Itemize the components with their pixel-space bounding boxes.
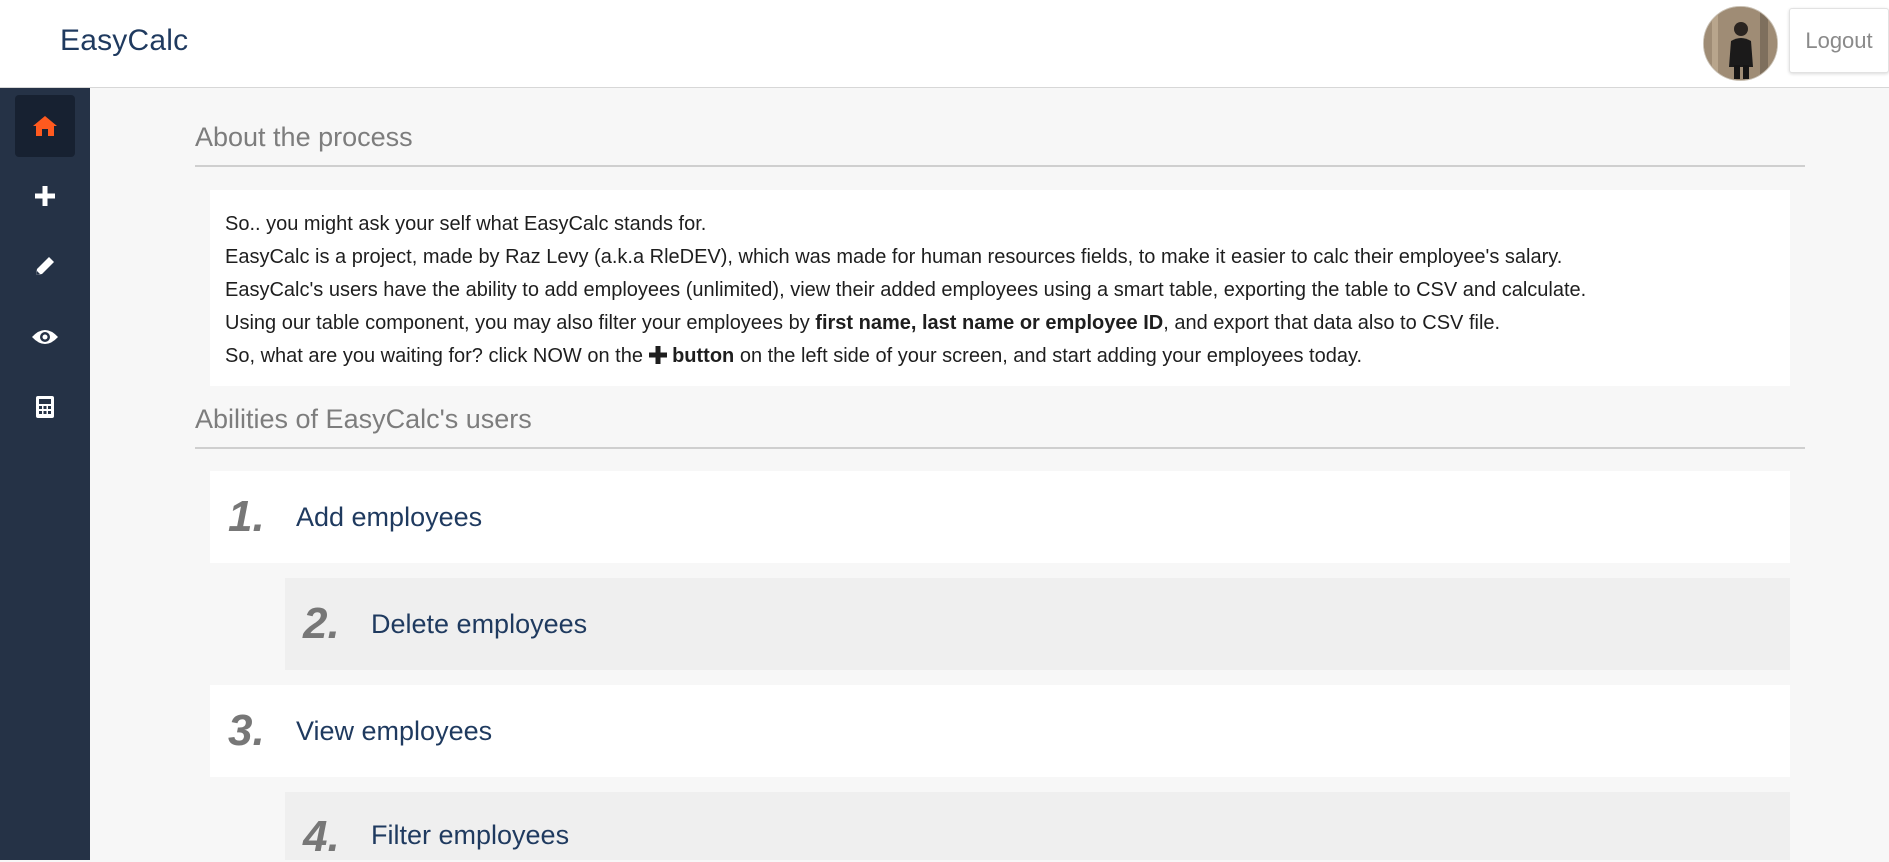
plus-icon: [35, 186, 55, 206]
filter-fields-text: first name, last name or employee ID: [815, 312, 1164, 334]
ability-label: Delete employees: [371, 608, 588, 639]
about-line-4: Using our table component, you may also …: [225, 307, 1775, 340]
about-line-5-end: on the left side of your screen, and sta…: [734, 345, 1363, 367]
ability-item-add: 1. Add employees: [210, 471, 1790, 563]
about-description-box: So.. you might ask your self what EasyCa…: [210, 190, 1790, 386]
home-icon: [33, 116, 57, 136]
about-line-5: So, what are you waiting for? click NOW …: [225, 340, 1775, 373]
calculator-icon: [36, 396, 54, 418]
about-line-3: EasyCalc's users have the ability to add…: [225, 279, 1587, 301]
about-line-1: So.. you might ask your self what EasyCa…: [225, 213, 707, 235]
ability-item-filter: 4. Filter employees: [285, 792, 1790, 861]
about-section-title: About the process: [195, 122, 1805, 167]
ability-number: 2.: [303, 599, 340, 648]
sidebar-item-edit[interactable]: [15, 235, 75, 297]
ability-label: Filter employees: [371, 820, 570, 850]
ability-item-view: 3. View employees: [210, 685, 1790, 777]
ability-number: 3.: [228, 706, 265, 755]
ability-number: 4.: [303, 812, 340, 861]
sidebar-item-view[interactable]: [15, 306, 75, 368]
logout-button[interactable]: Logout: [1789, 8, 1889, 73]
ability-item-delete: 2. Delete employees: [285, 578, 1790, 670]
brand-logo-text[interactable]: EasyCalc: [60, 24, 188, 58]
main-content: About the process So.. you might ask you…: [90, 88, 1889, 861]
sidebar-item-add[interactable]: [15, 165, 75, 227]
sidebar-nav: [0, 88, 90, 860]
pencil-icon: [36, 257, 54, 275]
ability-number: 1.: [228, 492, 265, 541]
avatar-photo: [1704, 7, 1777, 80]
about-line-2: EasyCalc is a project, made by Raz Levy …: [225, 246, 1563, 268]
plus-icon: [648, 346, 667, 364]
ability-label: View employees: [296, 715, 493, 746]
user-avatar[interactable]: [1703, 6, 1778, 81]
top-header: EasyCalc Logout: [0, 0, 1889, 88]
about-line-4-start: Using our table component, you may also …: [225, 312, 816, 334]
add-button-text: button: [672, 345, 735, 367]
eye-icon: [32, 330, 58, 344]
ability-label: Add employees: [296, 501, 483, 532]
about-line-5-start: So, what are you waiting for? click NOW …: [225, 345, 649, 367]
sidebar-item-calculate[interactable]: [15, 376, 75, 438]
abilities-section-title: Abilities of EasyCalc's users: [195, 404, 1805, 449]
sidebar-item-home[interactable]: [15, 95, 75, 157]
about-line-4-end: , and export that data also to CSV file.: [1163, 312, 1501, 334]
